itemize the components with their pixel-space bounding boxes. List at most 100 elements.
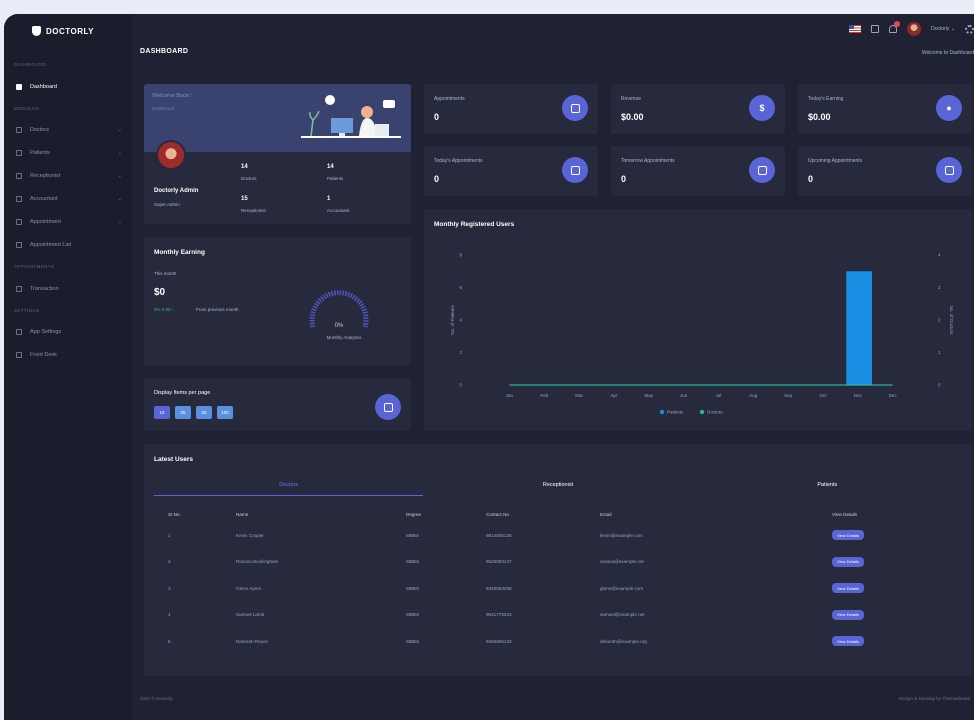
legend-marker [659, 409, 665, 415]
doctor-icon [16, 127, 22, 133]
calendar-plus-icon [749, 157, 775, 183]
column-header: Contact No [486, 511, 509, 517]
table-header: Sr.No. Name Degree Contact No Email View… [154, 506, 962, 522]
tab-receptionist[interactable]: Receptionist [423, 480, 692, 496]
sidebar-item-front-desk[interactable]: Front Desk [16, 348, 122, 362]
sidebar-section-dashboard: Dashboard [14, 62, 47, 67]
profile-role: Super Admin [154, 202, 180, 207]
view-details-button[interactable]: View Details [832, 636, 864, 647]
table-body: 1 Kevin Cooper MBBS 9514805125 kevin@example… [154, 522, 962, 655]
sr-no-cell: 3 [168, 585, 171, 591]
card-title: Monthly Earning [154, 249, 205, 256]
metric-value: 0 [621, 174, 627, 184]
metric-value: 0 [434, 112, 440, 122]
per-page-title: Display Items per page [154, 390, 211, 396]
x-tick-label: Oct [819, 393, 827, 398]
view-details-cell: View Details [820, 530, 962, 541]
per-page-option-100[interactable]: 100 [217, 406, 233, 419]
metric-label: Upcoming Appointments [808, 158, 863, 164]
brand-name: DOCTORLY [46, 26, 95, 36]
view-details-cell: View Details [820, 583, 962, 594]
degree-cell: MBBS [406, 638, 420, 644]
table-row: 5 Deborah Reyes MBBS 9266855133 deborah@exam… [154, 628, 962, 655]
sr-no-cell: 2 [168, 559, 171, 565]
monthly-analytics-gauge: 0% [309, 290, 369, 329]
sidebar-item-dashboard[interactable]: Dashboard [16, 80, 122, 94]
sidebar-item-transaction[interactable]: Transaction [16, 282, 122, 296]
us-flag-icon[interactable] [849, 25, 862, 33]
tab-doctors[interactable]: Doctors [154, 480, 424, 496]
per-page-option-25[interactable]: 25 [175, 406, 191, 419]
metric-card-todays-earning: Today's Earning $0.00 ● [798, 84, 972, 134]
metric-label: Revenue [621, 96, 642, 102]
sidebar-item-receptionist[interactable]: Receptionist ⌄ [16, 169, 122, 183]
items-per-page-card: Display Items per page 10 25 50 100 [144, 378, 411, 431]
metric-value: $0.00 [808, 112, 831, 122]
view-details-button[interactable]: View Details [832, 583, 864, 594]
user-menu[interactable]: Doctorly ⌄ [931, 26, 955, 32]
y2-tick-label: 2 [938, 318, 941, 323]
tab-patients[interactable]: Patients [693, 480, 962, 496]
name-cell: Glenn Ayers [236, 585, 261, 591]
x-tick-label: Jan [506, 393, 514, 398]
sidebar-item-appointment[interactable]: Appointment ⌄ [16, 215, 122, 229]
x-tick-label: Dec [889, 393, 898, 398]
metric-card-tomorrow-appointments: Tomorrow Appointments 0 [611, 146, 785, 196]
sidebar-item-app-settings[interactable]: App Settings [16, 325, 122, 339]
sidebar-item-patients[interactable]: Patients ⌄ [16, 146, 122, 160]
fullscreen-icon[interactable] [871, 25, 880, 33]
metric-card-todays-appointments: Today's Appointments 0 [424, 146, 598, 196]
email-cell: roxana@example.net [600, 559, 644, 565]
degree-cell: MBBS [406, 612, 420, 618]
y-tick-label: 8 [459, 253, 462, 258]
name-cell: Samuel Lamb [236, 612, 265, 618]
brand-logo[interactable]: DOCTORLY [32, 26, 94, 36]
table-row: 1 Kevin Cooper MBBS 9514805125 kevin@example… [154, 522, 962, 549]
view-details-button[interactable]: View Details [832, 530, 864, 541]
y-tick-label: 4 [459, 318, 462, 323]
y-axis-label: No. of Patients [450, 304, 455, 334]
stat-value: 1 [327, 196, 331, 202]
settings-icon [16, 329, 22, 335]
bar-nov [846, 271, 873, 385]
sidebar-item-doctors[interactable]: Doctors ⌄ [16, 123, 122, 137]
column-header: Name [236, 511, 249, 517]
per-page-option-50[interactable]: 50 [196, 406, 212, 419]
sidebar-item-appointment-list[interactable]: Appointment List [16, 238, 122, 252]
contact-cell: 9514805125 [486, 532, 512, 538]
profile-name: Doctorly Admin [154, 188, 199, 194]
sidebar-section-appointments: Appointments [14, 264, 55, 269]
patient-icon [16, 150, 22, 156]
contact-cell: 9541775203 [486, 612, 512, 618]
metric-label: Tomorrow Appointments [621, 158, 675, 164]
sidebar-section-settings: Settings [14, 308, 40, 313]
monthly-earning-card: Monthly Earning This month $0 0% 0.00 ↑ … [144, 237, 411, 365]
calendar-icon [16, 219, 22, 225]
sidebar-item-label: Doctors [30, 127, 49, 133]
view-details-button[interactable]: View Details [832, 556, 864, 567]
earning-value: $0 [154, 287, 166, 298]
user-tabs: Doctors Receptionist Patients [154, 480, 962, 496]
view-details-button[interactable]: View Details [832, 609, 864, 620]
sidebar-item-label: Patients [30, 150, 50, 156]
sidebar-item-label: Appointment [30, 219, 61, 225]
degree-cell: MBBS [406, 585, 420, 591]
doctor-illustration [301, 95, 401, 138]
bell-icon[interactable] [889, 21, 901, 33]
sidebar-item-label: Receptionist [30, 173, 61, 179]
y-tick-label: 2 [459, 350, 462, 355]
gear-icon[interactable] [965, 24, 974, 34]
x-tick-label: Aug [749, 393, 758, 398]
profile-avatar[interactable] [156, 140, 186, 170]
y-tick-label: 6 [459, 285, 462, 290]
sidebar-item-accountant[interactable]: Accountant ⌄ [16, 192, 122, 206]
name-cell: Deborah Reyes [236, 638, 268, 644]
x-tick-label: Sep [784, 393, 793, 398]
view-details-cell: View Details [820, 609, 962, 620]
degree-cell: MBBS [406, 559, 420, 565]
per-page-option-10[interactable]: 10 [154, 406, 170, 419]
sidebar: DOCTORLY Dashboard Dashboard Modules Doc… [4, 14, 132, 720]
stat-label: Receptionist [241, 208, 266, 213]
legend-label: Doctors [707, 410, 723, 415]
avatar[interactable] [907, 22, 922, 36]
